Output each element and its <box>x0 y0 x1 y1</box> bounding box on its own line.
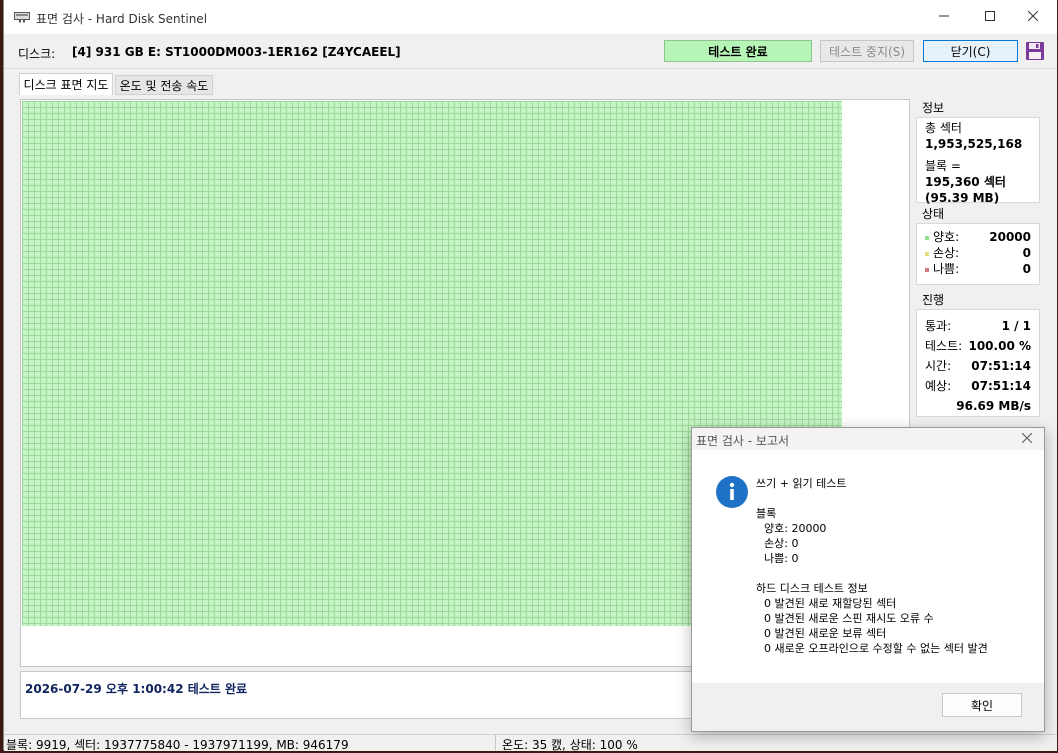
block-heading: 블록 <box>756 507 777 520</box>
test-label: 테스트: <box>925 339 963 353</box>
bad-value: 0 <box>1022 262 1031 276</box>
dialog-close-button[interactable] <box>1016 430 1038 448</box>
status-bar-temperature: 온도: 35 캜, 상태: 100 % <box>502 738 638 752</box>
window-title: 표면 검사 - Hard Disk Sentinel <box>36 12 208 26</box>
bad-legend-swatch <box>925 267 929 272</box>
time-row: 시간: 07:51:14 <box>917 356 1039 376</box>
disk-label: 디스크: <box>18 47 56 61</box>
status-bar: 블록: 9919, 섹터: 1937775840 - 1937971199, M… <box>4 734 1057 752</box>
status-bar-divider <box>495 735 496 751</box>
estimate-row: 예상: 07:51:14 <box>917 376 1039 396</box>
good-row: 양호: 20000 <box>917 229 1039 245</box>
tab-surface-map[interactable]: 디스크 표면 지도 <box>19 73 113 95</box>
block-sectors-value: 195,360 섹터 <box>925 175 1006 189</box>
log-message: 2026-07-29 오후 1:00:42 테스트 완료 <box>25 682 248 696</box>
info-heading: 정보 <box>922 101 945 115</box>
status-group: 상태 양호: 20000 손상: 0 나쁨: 0 <box>916 207 1040 285</box>
total-sectors-label: 총 섹터 <box>925 121 962 135</box>
time-value: 07:51:14 <box>971 359 1031 373</box>
report-info-line: 0 발견된 새로운 스핀 재시도 오류 수 <box>764 612 934 625</box>
stop-test-button[interactable]: 테스트 중지(S) <box>820 40 914 62</box>
dialog-title-bar: 표면 검사 - 보고서 <box>692 428 1044 450</box>
info-box: 총 섹터 1,953,525,168 블록 = 195,360 섹터 (95.3… <box>916 117 1040 205</box>
close-button[interactable]: 닫기(C) <box>923 40 1018 62</box>
test-type-text: 쓰기 + 읽기 테스트 <box>756 477 847 490</box>
hard-disk-icon <box>14 11 30 26</box>
report-info-line: 0 발견된 새로운 보류 섹터 <box>764 627 887 640</box>
report-info-line: 0 새로운 오프라인으로 수정할 수 없는 섹터 발견 <box>764 642 988 655</box>
damaged-legend-swatch <box>925 251 929 256</box>
maximize-icon <box>985 10 995 24</box>
info-icon <box>716 476 748 508</box>
speed-value: 96.69 MB/s <box>956 399 1031 413</box>
test-value: 100.00 % <box>968 339 1031 353</box>
report-bad: 나쁨: 0 <box>764 552 799 565</box>
speed-row: 96.69 MB/s <box>917 396 1039 416</box>
tab-temperature-speed[interactable]: 온도 및 전송 속도 <box>115 75 213 95</box>
time-label: 시간: <box>925 359 952 373</box>
estimate-value: 07:51:14 <box>971 379 1031 393</box>
floppy-disk-icon <box>1025 42 1045 64</box>
close-icon <box>1021 432 1033 446</box>
progress-group: 진행 통과: 1 / 1 테스트: 100.00 % 시간: 07:51:14 … <box>916 293 1040 417</box>
disk-toolbar: 디스크: [4] 931 GB E: ST1000DM003-1ER162 [Z… <box>4 34 1057 69</box>
status-box: 양호: 20000 손상: 0 나쁨: 0 <box>916 223 1040 285</box>
minimize-button[interactable] <box>921 2 967 32</box>
test-status-indicator: 테스트 완료 <box>664 40 812 62</box>
estimate-label: 예상: <box>925 379 952 393</box>
test-row: 테스트: 100.00 % <box>917 336 1039 356</box>
title-bar: 표면 검사 - Hard Disk Sentinel <box>4 0 1057 34</box>
block-mb-value: (95.39 MB) <box>925 191 1000 205</box>
disk-info-heading: 하드 디스크 테스트 정보 <box>756 582 868 595</box>
damaged-row: 손상: 0 <box>917 245 1039 261</box>
total-sectors-value: 1,953,525,168 <box>925 137 1023 151</box>
minimize-icon <box>939 10 949 24</box>
block-label: 블록 = <box>925 159 961 173</box>
bad-label: 나쁨: <box>933 262 960 276</box>
info-group: 정보 총 섹터 1,953,525,168 블록 = 195,360 섹터 (9… <box>916 101 1040 205</box>
dialog-title: 표면 검사 - 보고서 <box>696 434 790 448</box>
good-value: 20000 <box>989 230 1031 244</box>
dialog-report-body: 쓰기 + 읽기 테스트 블록 양호: 20000 손상: 0 나쁨: 0 하드 … <box>756 476 988 656</box>
status-heading: 상태 <box>922 207 945 221</box>
window-close-button[interactable] <box>1010 2 1056 32</box>
disk-value: [4] 931 GB E: ST1000DM003-1ER162 [Z4YCAE… <box>72 45 401 59</box>
report-dialog: 표면 검사 - 보고서 쓰기 + 읽기 테스트 블록 양호: 20000 손상:… <box>691 427 1045 732</box>
pass-value: 1 / 1 <box>1001 319 1031 333</box>
dialog-footer: 확인 <box>692 683 1044 731</box>
good-legend-swatch <box>925 235 929 240</box>
good-label: 양호: <box>933 230 960 244</box>
report-good: 양호: 20000 <box>764 522 827 535</box>
damaged-label: 손상: <box>933 246 960 260</box>
progress-box: 통과: 1 / 1 테스트: 100.00 % 시간: 07:51:14 예상:… <box>916 309 1040 417</box>
main-window: 표면 검사 - Hard Disk Sentinel 디스크: [4] 931 … <box>3 0 1057 752</box>
pass-row: 통과: 1 / 1 <box>917 316 1039 336</box>
report-info-line: 0 발견된 새로 재할당된 섹터 <box>764 597 897 610</box>
damaged-value: 0 <box>1022 246 1031 260</box>
bad-row: 나쁨: 0 <box>917 261 1039 277</box>
save-button[interactable] <box>1025 41 1047 61</box>
progress-heading: 진행 <box>922 293 945 307</box>
close-icon <box>1027 10 1039 24</box>
ok-button[interactable]: 확인 <box>942 693 1022 717</box>
pass-label: 통과: <box>925 319 952 333</box>
maximize-button[interactable] <box>967 2 1013 32</box>
status-bar-block-info: 블록: 9919, 섹터: 1937775840 - 1937971199, M… <box>6 738 349 752</box>
report-damaged: 손상: 0 <box>764 537 799 550</box>
